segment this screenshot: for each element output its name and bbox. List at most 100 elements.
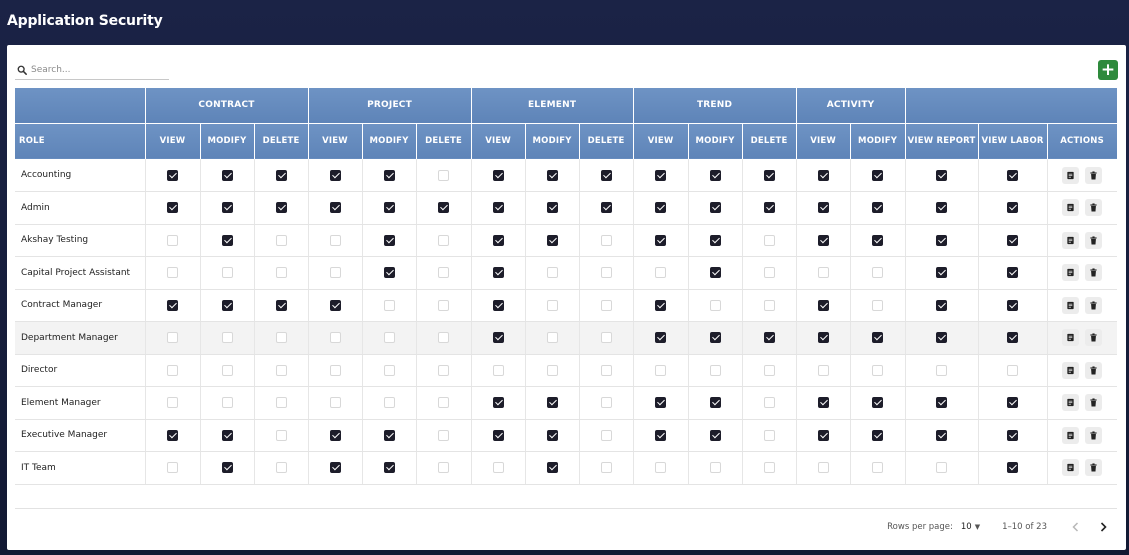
permission-checkbox[interactable]	[600, 169, 612, 181]
permission-checkbox[interactable]	[546, 364, 558, 376]
permission-checkbox[interactable]	[221, 267, 233, 279]
permission-checkbox[interactable]	[167, 267, 178, 279]
permission-checkbox[interactable]	[1007, 234, 1019, 246]
permission-checkbox[interactable]	[817, 429, 829, 441]
delete-button[interactable]	[1085, 394, 1103, 412]
permission-checkbox[interactable]	[329, 267, 341, 279]
permission-checkbox[interactable]	[275, 332, 287, 344]
caret-down-icon[interactable]: ▼	[975, 523, 980, 531]
permission-checkbox[interactable]	[936, 234, 948, 246]
permission-checkbox[interactable]	[438, 299, 450, 311]
permission-checkbox[interactable]	[763, 169, 775, 181]
edit-button[interactable]	[1062, 361, 1080, 379]
permission-checkbox[interactable]	[872, 299, 884, 311]
permission-checkbox[interactable]	[167, 462, 178, 474]
permission-checkbox[interactable]	[655, 202, 667, 214]
permission-checkbox[interactable]	[709, 397, 721, 409]
permission-checkbox[interactable]	[1007, 364, 1019, 376]
permission-checkbox[interactable]	[438, 364, 450, 376]
permission-checkbox[interactable]	[546, 429, 558, 441]
permission-checkbox[interactable]	[655, 169, 667, 181]
permission-checkbox[interactable]	[936, 462, 948, 474]
edit-button[interactable]	[1062, 329, 1080, 347]
permission-checkbox[interactable]	[817, 397, 829, 409]
permission-checkbox[interactable]	[763, 462, 775, 474]
permission-checkbox[interactable]	[167, 234, 178, 246]
permission-checkbox[interactable]	[221, 299, 233, 311]
edit-button[interactable]	[1062, 394, 1080, 412]
permission-checkbox[interactable]	[1007, 202, 1019, 214]
permission-checkbox[interactable]	[383, 267, 395, 279]
edit-button[interactable]	[1062, 231, 1080, 249]
delete-button[interactable]	[1085, 199, 1103, 217]
permission-checkbox[interactable]	[655, 332, 667, 344]
permission-checkbox[interactable]	[546, 299, 558, 311]
permission-checkbox[interactable]	[275, 462, 287, 474]
permission-checkbox[interactable]	[492, 429, 504, 441]
chevron-right-icon[interactable]	[1097, 521, 1109, 532]
permission-checkbox[interactable]	[709, 462, 721, 474]
permission-checkbox[interactable]	[329, 234, 341, 246]
permission-checkbox[interactable]	[600, 462, 612, 474]
permission-checkbox[interactable]	[872, 234, 884, 246]
permission-checkbox[interactable]	[655, 234, 667, 246]
permission-checkbox[interactable]	[546, 332, 558, 344]
permission-checkbox[interactable]	[817, 267, 829, 279]
search-box[interactable]	[15, 61, 169, 80]
permission-checkbox[interactable]	[438, 202, 450, 214]
search-input[interactable]	[31, 65, 161, 75]
permission-checkbox[interactable]	[1007, 169, 1019, 181]
permission-checkbox[interactable]	[709, 332, 721, 344]
permission-checkbox[interactable]	[709, 169, 721, 181]
permission-checkbox[interactable]	[438, 332, 450, 344]
permission-checkbox[interactable]	[763, 364, 775, 376]
permission-checkbox[interactable]	[936, 397, 948, 409]
permission-checkbox[interactable]	[492, 397, 504, 409]
permission-checkbox[interactable]	[655, 299, 667, 311]
permission-checkbox[interactable]	[221, 462, 233, 474]
permission-checkbox[interactable]	[709, 364, 721, 376]
permission-checkbox[interactable]	[383, 397, 395, 409]
permission-checkbox[interactable]	[1007, 267, 1019, 279]
permission-checkbox[interactable]	[275, 169, 287, 181]
permission-checkbox[interactable]	[275, 234, 287, 246]
permission-checkbox[interactable]	[817, 299, 829, 311]
permission-checkbox[interactable]	[383, 364, 395, 376]
permission-checkbox[interactable]	[438, 234, 450, 246]
permission-checkbox[interactable]	[936, 299, 948, 311]
permission-checkbox[interactable]	[817, 364, 829, 376]
delete-button[interactable]	[1085, 459, 1103, 477]
permission-checkbox[interactable]	[167, 332, 178, 344]
permission-checkbox[interactable]	[546, 397, 558, 409]
permission-checkbox[interactable]	[275, 299, 287, 311]
permission-checkbox[interactable]	[817, 234, 829, 246]
chevron-left-icon[interactable]	[1069, 521, 1081, 532]
permission-checkbox[interactable]	[872, 429, 884, 441]
permission-checkbox[interactable]	[329, 332, 341, 344]
edit-button[interactable]	[1062, 459, 1080, 477]
edit-button[interactable]	[1062, 199, 1080, 217]
permission-checkbox[interactable]	[438, 397, 450, 409]
permission-checkbox[interactable]	[872, 397, 884, 409]
permission-checkbox[interactable]	[709, 429, 721, 441]
permission-checkbox[interactable]	[1007, 299, 1019, 311]
delete-button[interactable]	[1085, 361, 1103, 379]
permission-checkbox[interactable]	[546, 234, 558, 246]
permission-checkbox[interactable]	[872, 169, 884, 181]
permission-checkbox[interactable]	[383, 169, 395, 181]
permission-checkbox[interactable]	[655, 397, 667, 409]
permission-checkbox[interactable]	[872, 202, 884, 214]
permission-checkbox[interactable]	[817, 462, 829, 474]
permission-checkbox[interactable]	[872, 462, 884, 474]
permission-checkbox[interactable]	[167, 429, 178, 441]
permission-checkbox[interactable]	[275, 429, 287, 441]
rows-per-page-select[interactable]: 10	[961, 522, 972, 532]
permission-checkbox[interactable]	[936, 169, 948, 181]
permission-checkbox[interactable]	[383, 462, 395, 474]
permission-checkbox[interactable]	[817, 332, 829, 344]
permission-checkbox[interactable]	[221, 397, 233, 409]
permission-checkbox[interactable]	[709, 234, 721, 246]
permission-checkbox[interactable]	[546, 169, 558, 181]
permission-checkbox[interactable]	[492, 202, 504, 214]
delete-button[interactable]	[1085, 231, 1103, 249]
